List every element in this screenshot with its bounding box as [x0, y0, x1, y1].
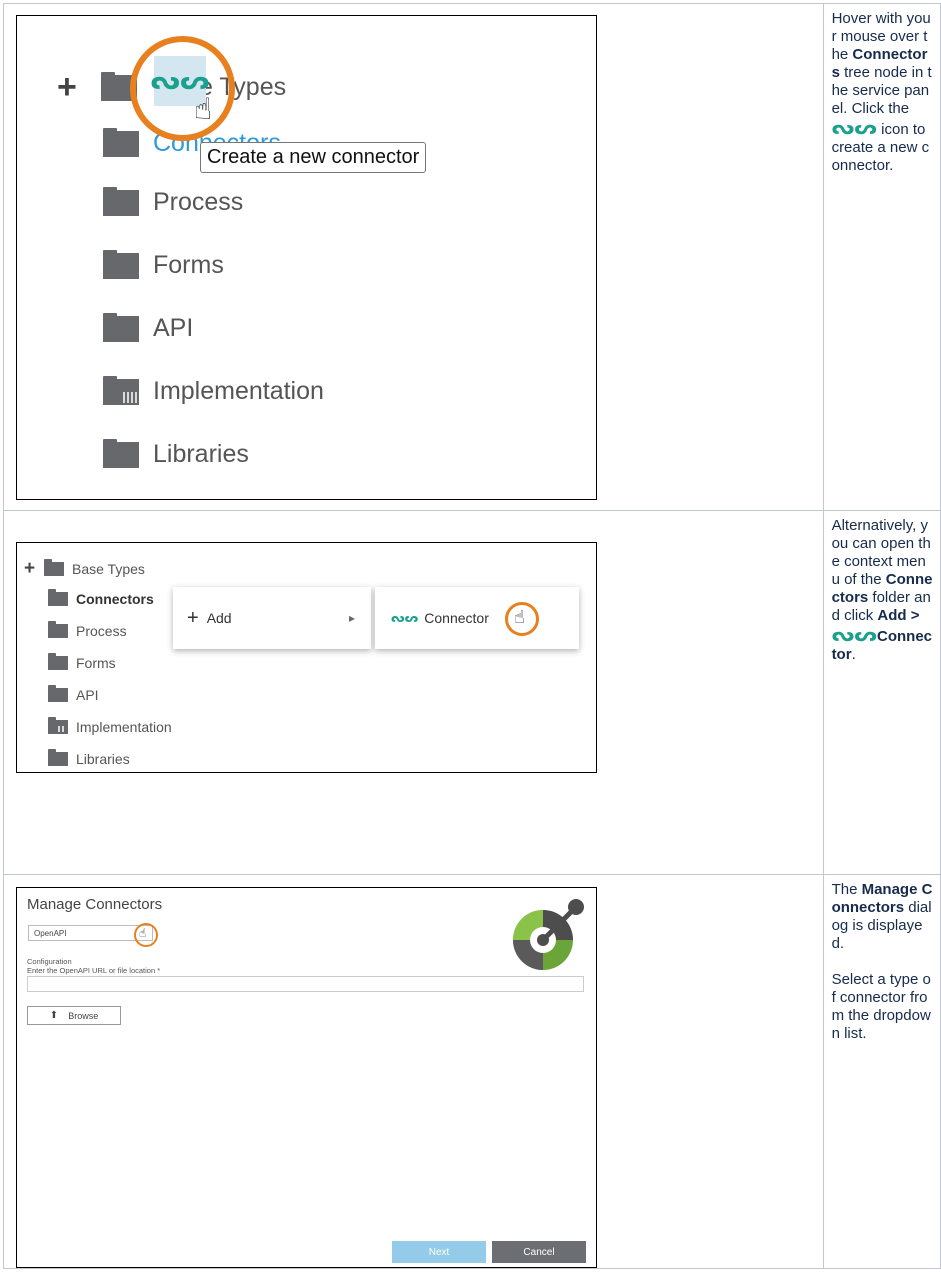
- tree-item-base-types[interactable]: + Base Types: [24, 558, 145, 580]
- hand-pointer-icon: ☝: [194, 92, 213, 127]
- tree-item-label: API: [153, 314, 194, 342]
- tree-item-forms[interactable]: Forms: [48, 653, 116, 671]
- tree-item-label: Libraries: [153, 440, 249, 468]
- folder-icon: [44, 559, 64, 576]
- submenu: ᔓᔕ Connector: [375, 587, 579, 649]
- tooltip: Create a new connector: [200, 142, 427, 173]
- browse-label: Browse: [68, 1010, 99, 1021]
- tree-item-label: API: [76, 687, 99, 703]
- browse-button[interactable]: ⬆ Browse: [27, 1006, 121, 1025]
- next-button[interactable]: Next: [392, 1241, 486, 1263]
- folder-icon: [103, 312, 139, 342]
- tree-item-api[interactable]: API: [48, 685, 99, 703]
- folder-icon: [103, 186, 139, 216]
- step1-screenshot: + e Types Connectors ᔓᔕ ☝ Create a new c…: [16, 15, 597, 500]
- menu-item-connector[interactable]: Connector: [424, 610, 489, 626]
- url-field-label: Enter the OpenAPI URL or file location *: [27, 966, 161, 975]
- desc-text: The: [831, 881, 862, 898]
- tree-item-label: Connectors: [76, 591, 154, 607]
- tree-item-process[interactable]: Process: [103, 186, 244, 217]
- tree-item-api[interactable]: API: [103, 312, 194, 343]
- select-value: OpenAPI: [34, 929, 67, 938]
- tree-item-libraries[interactable]: Libraries: [48, 749, 130, 767]
- highlight-ring: [130, 36, 235, 141]
- tree-item-process[interactable]: Process: [48, 621, 127, 639]
- connector-icon: ᔓᔕ: [391, 611, 419, 625]
- context-menu: + Add ▸: [173, 587, 371, 649]
- desc-text: .: [851, 646, 856, 663]
- folder-icon: [103, 249, 139, 279]
- tree-item-connectors[interactable]: Connectors: [48, 589, 154, 607]
- submenu-arrow-icon: ▸: [348, 611, 355, 625]
- tree-item-label: Process: [76, 623, 127, 639]
- step3-image-cell: Manage Connectors OpenAPI ☝ Configuratio…: [3, 874, 824, 1269]
- configuration-label: Configuration: [27, 957, 72, 966]
- folder-icon: [103, 438, 139, 468]
- folder-icon: [48, 589, 68, 606]
- step2-description: Alternatively, you can open the context …: [822, 510, 941, 875]
- connector-icon: ᔓᔕ: [831, 622, 877, 646]
- step3-description: The Manage Connectors dialog is displaye…: [822, 874, 941, 1269]
- connector-icon: ᔓᔕ: [831, 115, 877, 139]
- dialog-title: Manage Connectors: [27, 896, 163, 913]
- cancel-button[interactable]: Cancel: [492, 1241, 586, 1263]
- folder-icon: [48, 653, 68, 670]
- upload-icon: ⬆: [49, 1010, 59, 1021]
- folder-icon: [48, 749, 68, 766]
- desc-bold: Add >: [877, 607, 920, 624]
- hand-pointer-icon: ☝: [514, 607, 525, 628]
- url-input[interactable]: [27, 976, 584, 992]
- desc-text: tree node in the service panel. Click th…: [831, 64, 932, 117]
- tree-item-implementation[interactable]: Implementation: [48, 717, 172, 735]
- plus-icon: +: [187, 606, 199, 629]
- tree-item-forms[interactable]: Forms: [103, 249, 224, 280]
- tree-item-label: Forms: [153, 251, 224, 279]
- step2-screenshot: + Base Types Connectors Process Forms AP…: [16, 542, 597, 773]
- implementation-folder-icon: [48, 717, 68, 734]
- tree-item-label: Forms: [76, 655, 116, 671]
- implementation-folder-icon: [103, 375, 139, 405]
- instructions-table: + e Types Connectors ᔓᔕ ☝ Create a new c…: [3, 3, 941, 1269]
- desc-text: Select a type of connector from the drop…: [831, 971, 931, 1042]
- tree-item-label: Implementation: [153, 377, 324, 405]
- tree-item-implementation[interactable]: Implementation: [103, 375, 324, 406]
- step1-image-cell: + e Types Connectors ᔓᔕ ☝ Create a new c…: [3, 3, 824, 511]
- folder-icon: [48, 685, 68, 702]
- step2-image-cell: + Base Types Connectors Process Forms AP…: [3, 510, 824, 875]
- hand-pointer-icon: ☝: [139, 926, 147, 940]
- openapi-logo: [513, 899, 584, 970]
- tree-item-label: Base Types: [72, 561, 145, 577]
- expand-plus-icon[interactable]: +: [24, 558, 40, 580]
- tree-item-label: Libraries: [76, 751, 130, 767]
- tree-item-label: Process: [153, 188, 244, 216]
- folder-icon: [48, 621, 68, 638]
- step1-description: Hover with your mouse over the Connector…: [822, 3, 941, 511]
- step3-screenshot: Manage Connectors OpenAPI ☝ Configuratio…: [16, 887, 597, 1268]
- tree-item-libraries[interactable]: Libraries: [103, 438, 249, 469]
- expand-plus-icon[interactable]: +: [57, 68, 91, 107]
- menu-item-add[interactable]: Add: [207, 610, 232, 626]
- folder-icon: [103, 127, 139, 157]
- tree-item-label: Implementation: [76, 719, 172, 735]
